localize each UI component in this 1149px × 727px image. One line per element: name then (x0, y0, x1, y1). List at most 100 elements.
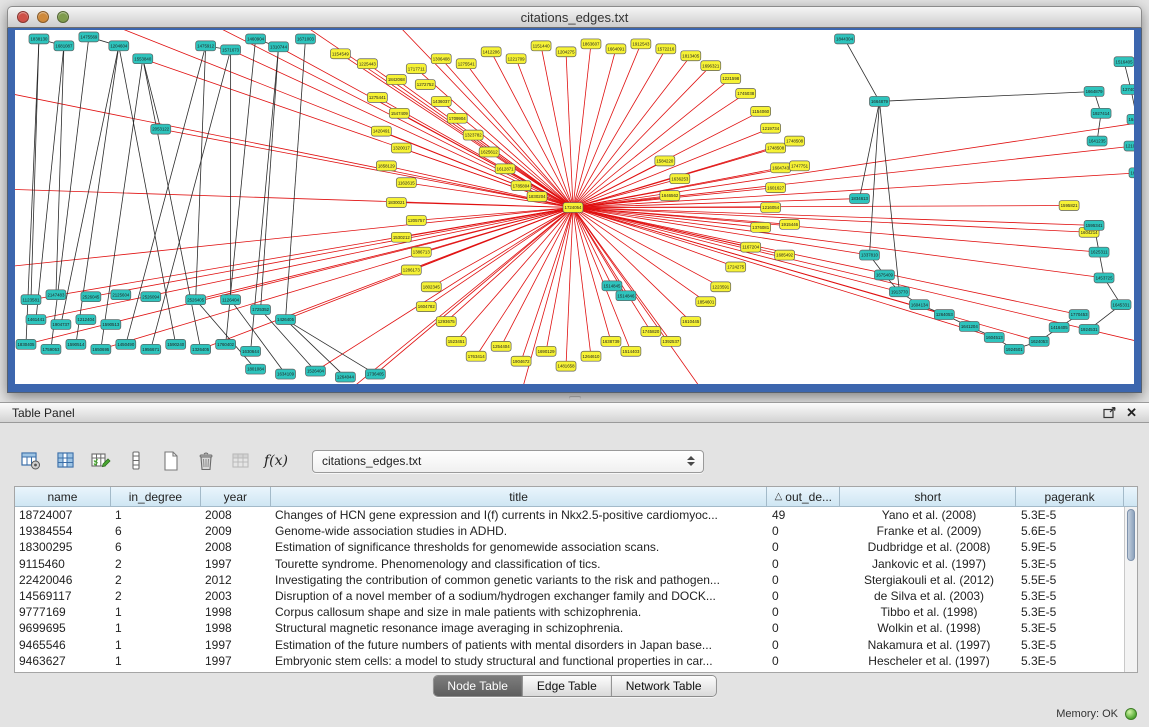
graph-node[interactable]: 1690129 (536, 346, 556, 356)
graph-node[interactable]: 1802345 (421, 282, 441, 292)
graph-node[interactable]: 1724054 (563, 203, 583, 213)
zoom-window-icon[interactable] (57, 11, 69, 23)
vertical-scrollbar[interactable] (1124, 507, 1137, 672)
table-row[interactable]: 969969511998Structural magnetic resonanc… (15, 620, 1137, 636)
column-header-title[interactable]: title (271, 487, 768, 507)
graph-node[interactable]: 1219734 (761, 123, 781, 133)
minimize-window-icon[interactable] (37, 11, 49, 23)
table-row[interactable]: 946554611997Estimation of the future num… (15, 637, 1137, 653)
graph-node[interactable]: 1634109 (276, 369, 296, 379)
function-builder-icon[interactable]: f(x) (263, 448, 289, 474)
graph-node[interactable]: 1450490 (116, 339, 136, 349)
graph-node[interactable]: 1725352 (251, 305, 271, 315)
graph-node[interactable]: 1641204 (959, 322, 979, 332)
graph-node[interactable]: 1759053 (41, 344, 61, 354)
graph-node[interactable]: 1523451 (446, 336, 466, 346)
table-row[interactable]: 1830029562008Estimation of significance … (15, 539, 1137, 555)
graph-node[interactable]: 1530212 (391, 232, 411, 242)
graph-node[interactable]: 1604782 (416, 302, 436, 312)
graph-node[interactable]: 1830405 (16, 339, 36, 349)
graph-node[interactable]: 1854601 (696, 297, 716, 307)
graph-node[interactable]: 1584220 (655, 156, 675, 166)
graph-node[interactable]: 1516405 (1114, 57, 1134, 67)
graph-node[interactable]: 1924501 (1004, 344, 1024, 354)
delete-icon[interactable] (193, 448, 219, 474)
table-row[interactable]: 1456911722003Disruption of a novel membe… (15, 588, 1137, 604)
graph-node[interactable]: 1475912 (196, 41, 216, 51)
graph-node[interactable]: 1638739 (601, 336, 621, 346)
graph-node[interactable]: 1745820 (641, 326, 661, 336)
graph-node[interactable]: 1927414 (1091, 108, 1111, 118)
graph-node[interactable]: 1858129 (376, 161, 396, 171)
graph-node[interactable]: 1671003 (295, 34, 315, 44)
graph-node[interactable]: 1412206 (481, 47, 501, 57)
graph-node[interactable]: 1681087 (54, 41, 74, 51)
graph-node[interactable]: 1624053 (1029, 336, 1049, 346)
graph-node[interactable]: 1475569 (79, 32, 99, 42)
panel-splitter[interactable] (569, 396, 581, 400)
graph-node[interactable]: 1274053 (1121, 85, 1134, 95)
table-row[interactable]: 1938455462009Genome-wide association stu… (15, 523, 1137, 539)
graph-node[interactable]: 1717711 (406, 64, 426, 74)
graph-node[interactable]: 1221598 (721, 74, 741, 84)
graph-node[interactable]: 1844304 (835, 34, 855, 44)
table-row[interactable]: 2242004622012Investigating the contribut… (15, 572, 1137, 588)
graph-node[interactable]: 1386713 (411, 247, 431, 257)
graph-node[interactable]: 1436037 (431, 96, 451, 106)
graph-node[interactable]: 1154060 (751, 106, 771, 116)
graph-node[interactable]: 1514403 (621, 346, 641, 356)
graph-node[interactable]: 1416405 (1049, 323, 1069, 333)
table-row[interactable]: 946362711997Embryonic stem cells: a mode… (15, 653, 1137, 669)
graph-node[interactable]: 1813405 (681, 51, 701, 61)
graph-node[interactable]: 1770453 (1069, 310, 1089, 320)
close-panel-icon[interactable]: ✕ (1126, 406, 1137, 419)
graph-node[interactable]: 1461441 (26, 315, 46, 325)
graph-node[interactable]: 1724275 (726, 262, 746, 272)
graph-node[interactable]: 1830021 (386, 198, 406, 208)
graph-node[interactable]: 1212404 (76, 315, 96, 325)
graph-node[interactable]: 1956671 (141, 344, 161, 354)
graph-node[interactable]: 1748508 (766, 143, 786, 153)
graph-node[interactable]: 1760402 (216, 339, 236, 349)
graph-node[interactable]: 1863607 (581, 39, 601, 49)
graph-node[interactable]: 1210354 (1124, 141, 1134, 151)
graph-node[interactable]: 1650695 (91, 344, 111, 354)
graph-node[interactable]: 1664091 (606, 44, 626, 54)
edit-table-icon[interactable] (88, 448, 114, 474)
float-panel-icon[interactable] (1103, 407, 1116, 419)
graph-node[interactable]: 1286173 (401, 265, 421, 275)
graph-node[interactable]: 1595821 (1059, 201, 1079, 211)
graph-node[interactable]: 1630644 (241, 346, 261, 356)
graph-node[interactable]: 1646562 (660, 191, 680, 201)
column-header-out-de-[interactable]: △out_de... (767, 487, 840, 507)
graph-node[interactable]: 1254404 (491, 341, 511, 351)
graph-node[interactable]: 1604743 (771, 163, 791, 173)
graph-node[interactable]: 1696321 (701, 61, 721, 71)
graph-node[interactable]: 1590513 (101, 320, 121, 330)
graph-node[interactable]: 1264053 (934, 310, 954, 320)
close-window-icon[interactable] (17, 11, 29, 23)
graph-node[interactable]: 1610445 (681, 317, 701, 327)
graph-node[interactable]: 1838130 (29, 34, 49, 44)
graph-node[interactable]: 1915446 (780, 219, 800, 229)
graph-node[interactable]: 1264610 (581, 351, 601, 361)
column-icon[interactable] (123, 448, 149, 474)
graph-node[interactable]: 1275441 (367, 92, 387, 102)
graph-node[interactable]: 1123581 (21, 295, 41, 305)
graph-node[interactable]: 1323782 (463, 130, 483, 140)
graph-node[interactable]: 2526045 (81, 292, 101, 302)
show-columns-icon[interactable] (53, 448, 79, 474)
graph-node[interactable]: 2526405 (186, 295, 206, 305)
graph-node[interactable]: 1590240 (166, 339, 186, 349)
graph-node[interactable]: 1326405 (191, 344, 211, 354)
graph-node[interactable]: 1460904 (246, 34, 266, 44)
graph-node[interactable]: 1675409 (874, 270, 894, 280)
table-row[interactable]: 1872400712008Changes of HCN gene express… (15, 507, 1137, 523)
graph-node[interactable]: 1320017 (391, 143, 411, 153)
graph-node[interactable]: 1553840 (133, 54, 153, 64)
table-row[interactable]: 911546021997Tourette syndrome. Phenomeno… (15, 556, 1137, 572)
graph-node[interactable]: 1664879 (869, 96, 889, 106)
graph-node[interactable]: 1204275 (556, 47, 576, 57)
graph-node[interactable]: 1453725 (1094, 273, 1114, 283)
import-table-disabled-icon[interactable] (228, 448, 254, 474)
